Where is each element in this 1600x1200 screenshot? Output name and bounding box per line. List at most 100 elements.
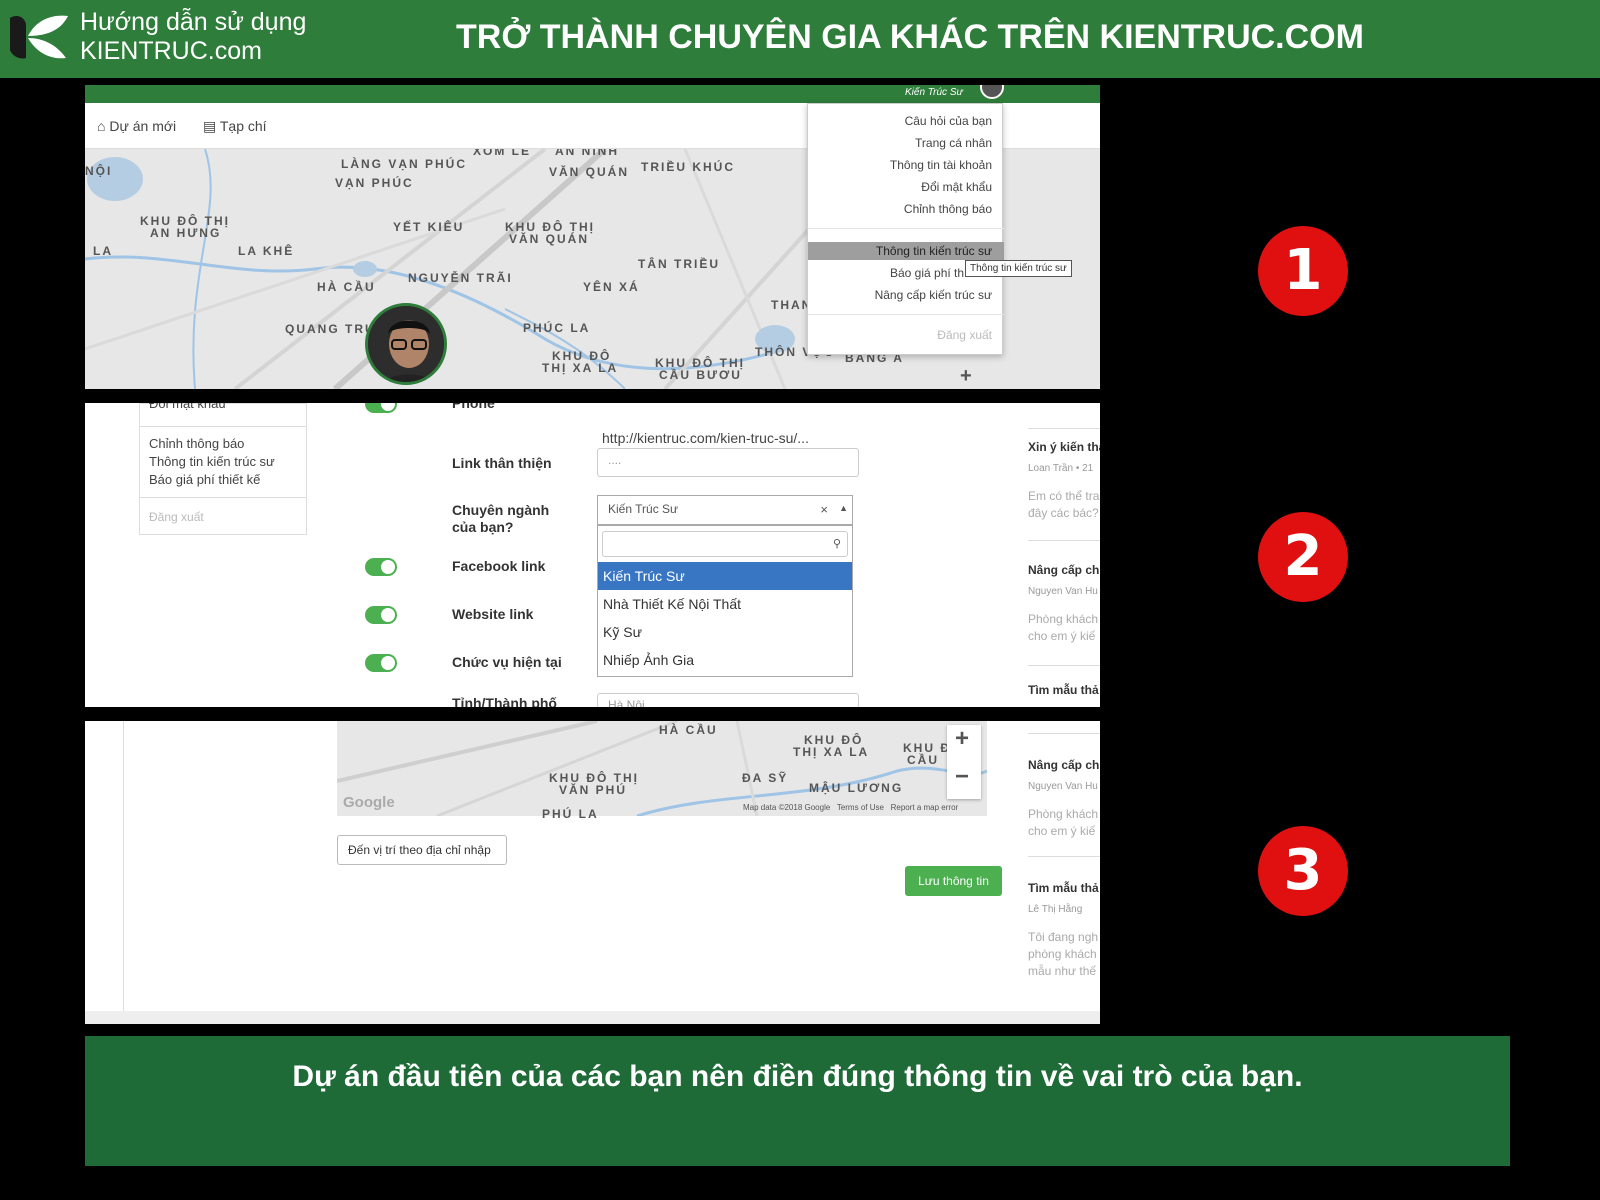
- menu-item-questions[interactable]: Câu hỏi của bạn: [905, 114, 992, 128]
- post-author-name: Loan Trần: [1028, 463, 1074, 474]
- position-toggle[interactable]: [365, 654, 397, 672]
- option-engineer[interactable]: Kỹ Sư: [598, 618, 852, 646]
- post-excerpt: Em có thể tra: [1028, 489, 1100, 503]
- map-label: YẾT KIÊU: [393, 220, 465, 234]
- website-toggle[interactable]: [365, 606, 397, 624]
- post-excerpt: Phòng khách: [1028, 807, 1099, 821]
- screenshot-panel-2: Đổi mật khẩu Chỉnh thông báo Thông tin k…: [85, 403, 1100, 707]
- google-logo: Google: [343, 794, 395, 811]
- map-label: YÊN XÁ: [583, 280, 640, 294]
- caret-up-icon[interactable]: ▲: [839, 503, 848, 513]
- sidebar-divider: [140, 497, 306, 498]
- friendly-link-input[interactable]: ....: [597, 448, 859, 477]
- specialty-select[interactable]: Kiến Trúc Sư × ▲: [597, 495, 853, 525]
- province-select[interactable]: Hà Nội: [597, 693, 859, 707]
- step-3-badge: 3: [1258, 826, 1348, 916]
- specialty-label-line1: Chuyên ngành: [452, 502, 550, 518]
- newspaper-icon: ▤: [203, 118, 217, 134]
- post-title[interactable]: Nâng cấp ch: [1028, 563, 1099, 577]
- sidebar-item-notifications[interactable]: Chỉnh thông báo: [149, 436, 244, 451]
- nav-magazine[interactable]: ▤ Tạp chí: [203, 118, 267, 135]
- map-label: THỊ XA LA: [542, 361, 619, 375]
- map-attribution[interactable]: Map data ©2018 Google Terms of Use Repor…: [743, 803, 958, 812]
- post-excerpt: cho em ý kiế: [1028, 824, 1096, 838]
- facebook-toggle[interactable]: [365, 558, 397, 576]
- phone-toggle[interactable]: [365, 403, 397, 413]
- phone-label: Phone: [452, 403, 495, 411]
- map-label: LA KHÊ: [238, 244, 295, 258]
- option-interior-designer[interactable]: Nhà Thiết Kế Nội Thất: [598, 590, 852, 618]
- map-label: CẦU: [907, 753, 939, 767]
- map-label: PHÚC LA: [523, 321, 591, 335]
- sidebar-item-fee-quote[interactable]: Báo giá phí thiết kế: [149, 472, 260, 487]
- sidebar-item-architect-info[interactable]: Thông tin kiến trúc sư: [149, 454, 275, 469]
- menu-item-password[interactable]: Đổi mật khẩu: [921, 180, 992, 194]
- user-name[interactable]: Kiến Trúc Sư: [905, 87, 963, 98]
- map-label: LA: [93, 244, 113, 258]
- bottom-banner: Dự án đầu tiên của các bạn nên điền đúng…: [85, 1036, 1510, 1166]
- post-title[interactable]: Nâng cấp ch: [1028, 758, 1099, 772]
- post-time: 21: [1082, 463, 1094, 474]
- post-excerpt: mẫu như thế: [1028, 964, 1097, 978]
- post-title[interactable]: Tìm mẫu thả: [1028, 683, 1099, 697]
- divider: [1028, 856, 1100, 857]
- nav-magazine-label: Tạp chí: [219, 118, 267, 134]
- province-label: Tỉnh/Thành phố: [452, 695, 557, 707]
- map-label: TRIỀU KHÚC: [641, 160, 735, 174]
- url-text: http://kientruc.com/kien-truc-su/...: [602, 430, 809, 446]
- map-label: TÂN TRIỀU: [638, 257, 720, 271]
- zoom-in-icon[interactable]: +: [960, 365, 972, 388]
- sidebar-divider: [140, 426, 306, 427]
- content-border: [123, 721, 124, 1024]
- menu-divider: [808, 314, 1004, 315]
- zoom-controls: + −: [947, 725, 981, 799]
- zoom-out-icon[interactable]: −: [955, 763, 969, 791]
- friendly-link-label: Link thân thiện: [452, 455, 552, 471]
- menu-item-upgrade[interactable]: Nâng cấp kiến trúc sư: [875, 288, 992, 302]
- sidebar-item-password[interactable]: Đổi mật khẩu: [149, 403, 226, 411]
- post-title[interactable]: Tìm mẫu thả: [1028, 881, 1099, 895]
- map-label: LÀNG VẠN PHÚC: [341, 157, 468, 171]
- nav-new-project-label: Dự án mới: [109, 118, 177, 134]
- menu-item-logout[interactable]: Đăng xuất: [937, 328, 992, 342]
- clear-icon[interactable]: ×: [820, 502, 828, 517]
- divider: [1028, 540, 1100, 541]
- step-2-badge: 2: [1258, 512, 1348, 602]
- divider: [1028, 733, 1100, 734]
- save-button[interactable]: Lưu thông tin: [905, 866, 1002, 896]
- menu-item-notifications[interactable]: Chỉnh thông báo: [904, 202, 992, 216]
- map-label: VĂN QUÁN: [509, 232, 590, 246]
- post-excerpt: cho em ý kiế: [1028, 629, 1096, 643]
- map-label: VĂN QUÁN: [549, 165, 630, 179]
- menu-item-fee-quote[interactable]: Báo giá phí th: [890, 266, 964, 280]
- specialty-label-line2: của bạn?: [452, 519, 514, 535]
- map-label: CẦU BƯƠU: [659, 368, 742, 382]
- menu-divider: [808, 228, 1004, 229]
- zoom-in-icon[interactable]: +: [955, 725, 969, 753]
- sidebar-item-logout[interactable]: Đăng xuất: [149, 510, 204, 524]
- map-label: MẬU LƯƠNG: [809, 781, 904, 795]
- header-bar: Hướng dẫn sử dụng KIENTRUC.com TRỞ THÀNH…: [0, 0, 1600, 78]
- avatar[interactable]: [365, 303, 447, 385]
- position-label: Chức vụ hiện tại: [452, 654, 562, 670]
- step-1-badge: 1: [1258, 226, 1348, 316]
- tooltip: Thông tin kiến trúc sư: [965, 260, 1072, 277]
- home-icon: ⌂: [97, 118, 106, 134]
- map-label: AN HƯNG: [150, 226, 222, 240]
- menu-item-account[interactable]: Thông tin tài khoản: [890, 158, 992, 172]
- location-map[interactable]: HÀ CẦU KHU ĐÔ THỊ XA LA KHU Đ CẦU KHU ĐÔ…: [337, 721, 987, 821]
- options-search-input[interactable]: ⚲: [602, 531, 848, 557]
- option-architect[interactable]: Kiến Trúc Sư: [598, 562, 852, 590]
- map-label: HÀ CẦU: [317, 280, 376, 294]
- menu-item-architect-info[interactable]: Thông tin kiến trúc sư: [876, 244, 992, 258]
- post-author: Lê Thị Hằng: [1028, 904, 1083, 915]
- option-photographer[interactable]: Nhiếp Ảnh Gia: [598, 646, 852, 674]
- user-dropdown-menu: Câu hỏi của bạn Trang cá nhân Thông tin …: [807, 103, 1004, 355]
- post-excerpt: Tôi đang ngh: [1028, 930, 1099, 944]
- nav-new-project[interactable]: ⌂ Dự án mới: [97, 118, 176, 134]
- page-footer: [85, 1011, 1100, 1024]
- go-to-address-button[interactable]: Đến vị trí theo địa chỉ nhập: [337, 835, 507, 865]
- logo-line1: Hướng dẫn sử dụng: [80, 8, 307, 36]
- menu-item-profile[interactable]: Trang cá nhân: [915, 136, 992, 150]
- post-title[interactable]: Xin ý kiến tha: [1028, 440, 1100, 454]
